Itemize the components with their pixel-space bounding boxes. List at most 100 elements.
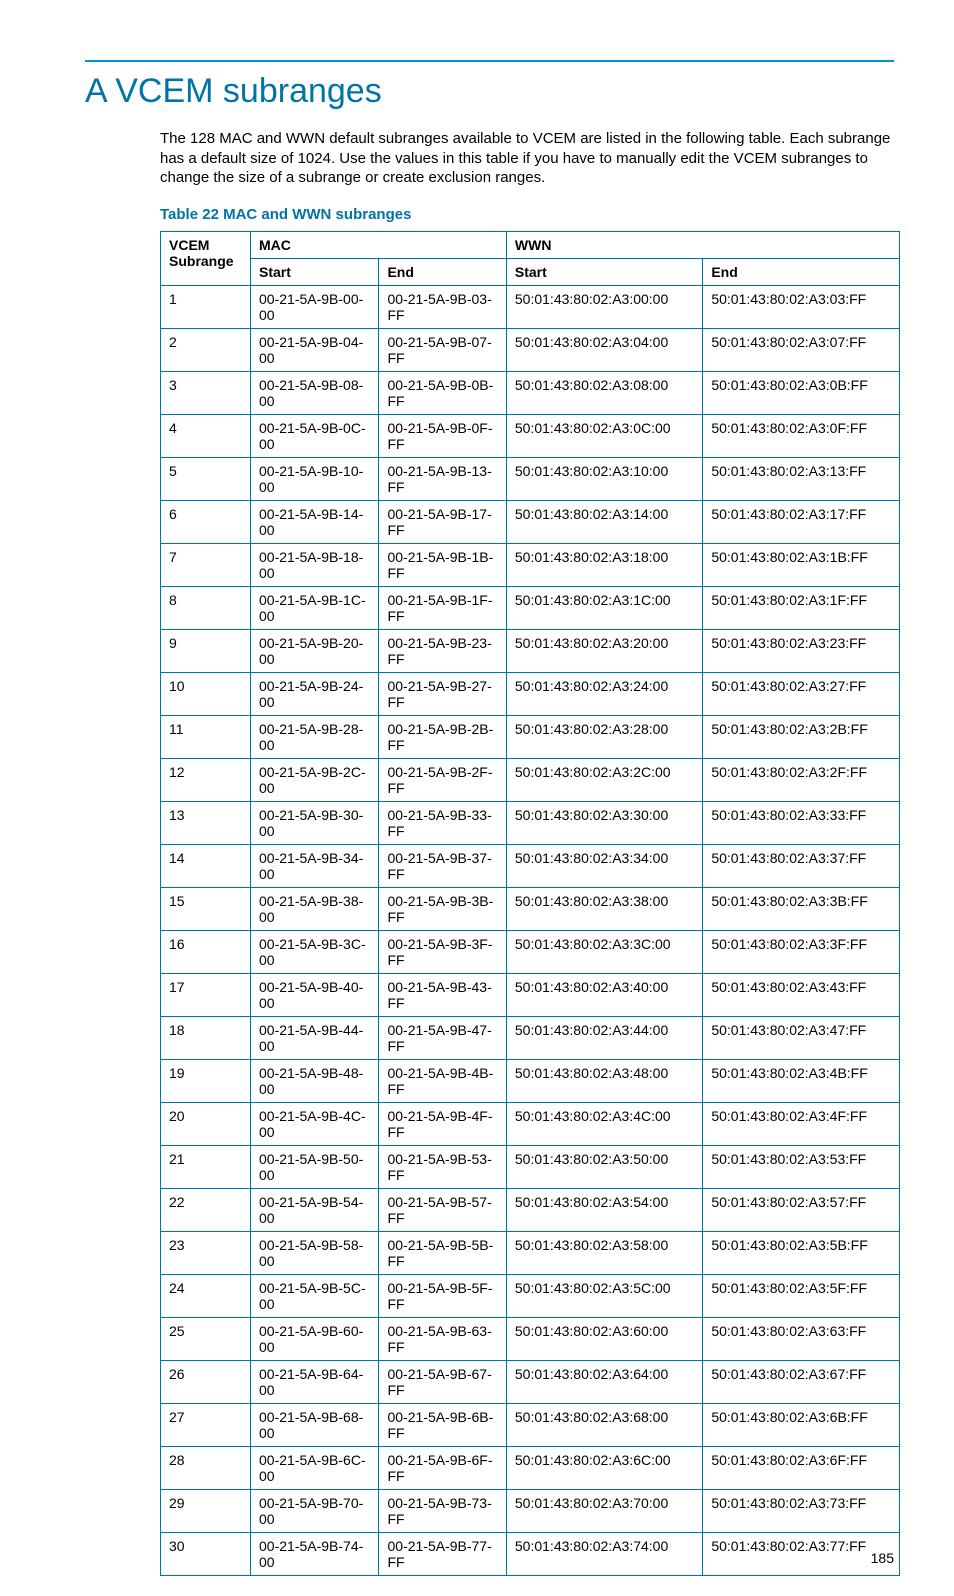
mac-start-cell: 00-21-5A-9B-00-00	[251, 285, 379, 328]
table-row: 2200-21-5A-9B-54-0000-21-5A-9B-57-FF50:0…	[161, 1188, 900, 1231]
mac-start-cell: 00-21-5A-9B-3C-00	[251, 930, 379, 973]
table-row: 800-21-5A-9B-1C-0000-21-5A-9B-1F-FF50:01…	[161, 586, 900, 629]
mac-end-cell: 00-21-5A-9B-17-FF	[379, 500, 506, 543]
mac-start-cell: 00-21-5A-9B-30-00	[251, 801, 379, 844]
wwn-start-cell: 50:01:43:80:02:A3:3C:00	[506, 930, 702, 973]
col-header-wwn: WWN	[506, 231, 899, 258]
table-row: 1300-21-5A-9B-30-0000-21-5A-9B-33-FF50:0…	[161, 801, 900, 844]
subrange-cell: 27	[161, 1403, 251, 1446]
subrange-table: VCEM Subrange MAC WWN Start End Start En…	[160, 231, 900, 1576]
table-row: 1600-21-5A-9B-3C-0000-21-5A-9B-3F-FF50:0…	[161, 930, 900, 973]
mac-start-cell: 00-21-5A-9B-54-00	[251, 1188, 379, 1231]
subrange-cell: 17	[161, 973, 251, 1016]
wwn-start-cell: 50:01:43:80:02:A3:44:00	[506, 1016, 702, 1059]
mac-end-cell: 00-21-5A-9B-2B-FF	[379, 715, 506, 758]
table-row: 500-21-5A-9B-10-0000-21-5A-9B-13-FF50:01…	[161, 457, 900, 500]
subrange-cell: 13	[161, 801, 251, 844]
wwn-end-cell: 50:01:43:80:02:A3:73:FF	[703, 1489, 900, 1532]
table-row: 2900-21-5A-9B-70-0000-21-5A-9B-73-FF 50:0…	[161, 1489, 900, 1532]
table-row: 2100-21-5A-9B-50-0000-21-5A-9B-53-FF50:0…	[161, 1145, 900, 1188]
mac-end-cell: 00-21-5A-9B-6F-FF	[379, 1446, 506, 1489]
mac-end-cell: 00-21-5A-9B-6B-FF	[379, 1403, 506, 1446]
mac-end-cell: 00-21-5A-9B-13-FF	[379, 457, 506, 500]
subrange-cell: 7	[161, 543, 251, 586]
table-row: 2600-21-5A-9B-64-0000-21-5A-9B-67-FF50:0…	[161, 1360, 900, 1403]
wwn-start-cell: 50:01:43:80:02:A3:4C:00	[506, 1102, 702, 1145]
table-row: 2000-21-5A-9B-4C-0000-21-5A-9B-4F-FF50:0…	[161, 1102, 900, 1145]
wwn-end-cell: 50:01:43:80:02:A3:4B:FF	[703, 1059, 900, 1102]
subrange-cell: 29	[161, 1489, 251, 1532]
subrange-cell: 15	[161, 887, 251, 930]
mac-end-cell: 00-21-5A-9B-63-FF	[379, 1317, 506, 1360]
subrange-cell: 6	[161, 500, 251, 543]
wwn-end-cell: 50:01:43:80:02:A3:1F:FF	[703, 586, 900, 629]
mac-end-cell: 00-21-5A-9B-73-FF	[379, 1489, 506, 1532]
mac-end-cell: 00-21-5A-9B-43-FF	[379, 973, 506, 1016]
wwn-end-cell: 50:01:43:80:02:A3:37:FF	[703, 844, 900, 887]
subrange-cell: 25	[161, 1317, 251, 1360]
subrange-cell: 3	[161, 371, 251, 414]
wwn-end-cell: 50:01:43:80:02:A3:57:FF	[703, 1188, 900, 1231]
wwn-end-cell: 50:01:43:80:02:A3:2B:FF	[703, 715, 900, 758]
wwn-end-cell: 50:01:43:80:02:A3:2F:FF	[703, 758, 900, 801]
wwn-end-cell: 50:01:43:80:02:A3:63:FF	[703, 1317, 900, 1360]
wwn-start-cell: 50:01:43:80:02:A3:30:00	[506, 801, 702, 844]
table-row: 100-21-5A-9B-00-0000-21-5A-9B-03-FF50:01…	[161, 285, 900, 328]
mac-end-cell: 00-21-5A-9B-47-FF	[379, 1016, 506, 1059]
wwn-end-cell: 50:01:43:80:02:A3:03:FF	[703, 285, 900, 328]
wwn-start-cell: 50:01:43:80:02:A3:28:00	[506, 715, 702, 758]
wwn-start-cell: 50:01:43:80:02:A3:34:00	[506, 844, 702, 887]
mac-end-cell: 00-21-5A-9B-03-FF	[379, 285, 506, 328]
mac-start-cell: 00-21-5A-9B-5C-00	[251, 1274, 379, 1317]
mac-end-cell: 00-21-5A-9B-53-FF	[379, 1145, 506, 1188]
wwn-start-cell: 50:01:43:80:02:A3:0C:00	[506, 414, 702, 457]
subrange-cell: 20	[161, 1102, 251, 1145]
mac-end-cell: 00-21-5A-9B-33-FF	[379, 801, 506, 844]
wwn-end-cell: 50:01:43:80:02:A3:0B:FF	[703, 371, 900, 414]
wwn-start-cell: 50:01:43:80:02:A3:04:00	[506, 328, 702, 371]
table-row: 600-21-5A-9B-14-0000-21-5A-9B-17-FF50:01…	[161, 500, 900, 543]
mac-start-cell: 00-21-5A-9B-70-00	[251, 1489, 379, 1532]
mac-start-cell: 00-21-5A-9B-28-00	[251, 715, 379, 758]
table-row: 1700-21-5A-9B-40-0000-21-5A-9B-43-FF50:0…	[161, 973, 900, 1016]
wwn-end-cell: 50:01:43:80:02:A3:23:FF	[703, 629, 900, 672]
table-row: 1400-21-5A-9B-34-0000-21-5A-9B-37-FF50:0…	[161, 844, 900, 887]
mac-start-cell: 00-21-5A-9B-14-00	[251, 500, 379, 543]
mac-start-cell: 00-21-5A-9B-0C-00	[251, 414, 379, 457]
subrange-cell: 24	[161, 1274, 251, 1317]
mac-end-cell: 00-21-5A-9B-2F-FF	[379, 758, 506, 801]
wwn-end-cell: 50:01:43:80:02:A3:67:FF	[703, 1360, 900, 1403]
mac-start-cell: 00-21-5A-9B-24-00	[251, 672, 379, 715]
wwn-start-cell: 50:01:43:80:02:A3:08:00	[506, 371, 702, 414]
mac-start-cell: 00-21-5A-9B-10-00	[251, 457, 379, 500]
mac-start-cell: 00-21-5A-9B-6C-00	[251, 1446, 379, 1489]
wwn-end-cell: 50:01:43:80:02:A3:43:FF	[703, 973, 900, 1016]
wwn-end-cell: 50:01:43:80:02:A3:6B:FF	[703, 1403, 900, 1446]
mac-end-cell: 00-21-5A-9B-5B-FF	[379, 1231, 506, 1274]
mac-start-cell: 00-21-5A-9B-48-00	[251, 1059, 379, 1102]
mac-start-cell: 00-21-5A-9B-04-00	[251, 328, 379, 371]
subrange-cell: 9	[161, 629, 251, 672]
table-row: 900-21-5A-9B-20-0000-21-5A-9B-23-FF50:01…	[161, 629, 900, 672]
subrange-cell: 23	[161, 1231, 251, 1274]
mac-end-cell: 00-21-5A-9B-4F-FF	[379, 1102, 506, 1145]
col-header-wwn-end: End	[703, 258, 900, 285]
table-row: 1900-21-5A-9B-48-0000-21-5A-9B-4B-FF50:0…	[161, 1059, 900, 1102]
wwn-start-cell: 50:01:43:80:02:A3:10:00	[506, 457, 702, 500]
mac-start-cell: 00-21-5A-9B-1C-00	[251, 586, 379, 629]
mac-start-cell: 00-21-5A-9B-08-00	[251, 371, 379, 414]
mac-start-cell: 00-21-5A-9B-74-00	[251, 1532, 379, 1575]
wwn-start-cell: 50:01:43:80:02:A3:64:00	[506, 1360, 702, 1403]
mac-start-cell: 00-21-5A-9B-18-00	[251, 543, 379, 586]
mac-start-cell: 00-21-5A-9B-50-00	[251, 1145, 379, 1188]
mac-end-cell: 00-21-5A-9B-23-FF	[379, 629, 506, 672]
wwn-end-cell: 50:01:43:80:02:A3:5F:FF	[703, 1274, 900, 1317]
mac-end-cell: 00-21-5A-9B-57-FF	[379, 1188, 506, 1231]
table-row: 1100-21-5A-9B-28-0000-21-5A-9B-2B-FF50:0…	[161, 715, 900, 758]
top-rule	[85, 60, 894, 62]
wwn-end-cell: 50:01:43:80:02:A3:6F:FF	[703, 1446, 900, 1489]
subrange-cell: 18	[161, 1016, 251, 1059]
subrange-cell: 28	[161, 1446, 251, 1489]
mac-end-cell: 00-21-5A-9B-1F-FF	[379, 586, 506, 629]
wwn-start-cell: 50:01:43:80:02:A3:74:00	[506, 1532, 702, 1575]
